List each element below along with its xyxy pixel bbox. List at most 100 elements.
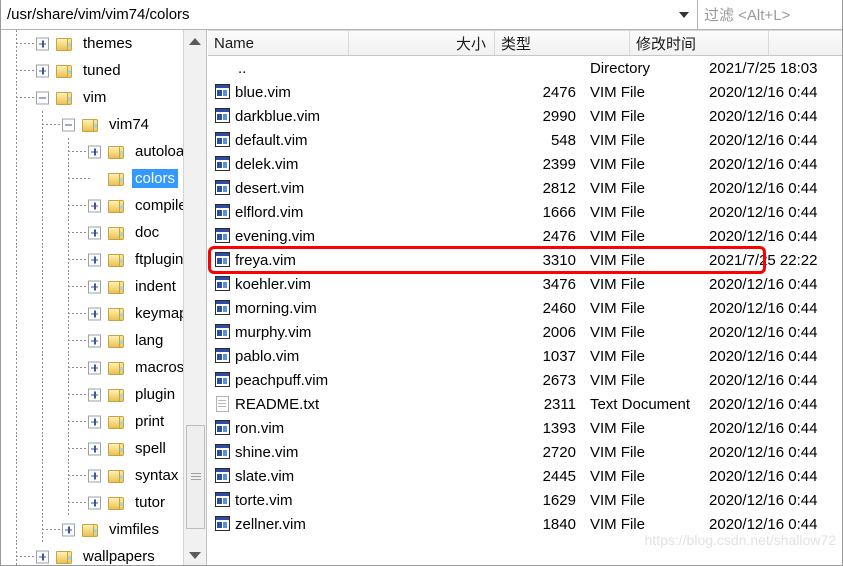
expand-icon[interactable]: [62, 523, 75, 536]
tree-item-wallpapers[interactable]: wallpapers: [1, 543, 183, 565]
table-row[interactable]: darkblue.vim 2990 VIM File 2020/12/16 0:44: [208, 104, 842, 128]
tree-item-label: print: [135, 413, 165, 430]
column-header-size[interactable]: 大小: [349, 31, 495, 55]
tree-guide-line: [16, 435, 17, 462]
tree-item-label: autoload: [135, 143, 183, 160]
collapse-icon[interactable]: [36, 91, 49, 104]
cell-size: 2476: [542, 83, 576, 101]
table-row[interactable]: delek.vim 2399 VIM File 2020/12/16 0:44: [208, 152, 842, 176]
tree-item-vimfiles[interactable]: vimfiles: [1, 516, 183, 543]
table-row[interactable]: koehler.vim 3476 VIM File 2020/12/16 0:44: [208, 272, 842, 296]
tree-item-keymap[interactable]: keymap: [1, 300, 183, 327]
cell-size: 2720: [542, 443, 576, 461]
table-row[interactable]: ron.vim 1393 VIM File 2020/12/16 0:44: [208, 416, 842, 440]
file-name-label: blue.vim: [235, 83, 291, 101]
table-row[interactable]: freya.vim 3310 VIM File 2021/7/25 22:22: [208, 246, 842, 274]
column-header-modified[interactable]: 修改时间: [630, 31, 769, 55]
tree-twig: [83, 327, 107, 354]
expand-icon[interactable]: [36, 550, 49, 563]
tree-item-ftplugin[interactable]: ftplugin: [1, 246, 183, 273]
table-row[interactable]: torte.vim 1629 VIM File 2020/12/16 0:44: [208, 488, 842, 512]
expand-icon[interactable]: [88, 415, 101, 428]
tree-guide-line: [42, 381, 43, 408]
tree-item-vim[interactable]: vim: [1, 84, 183, 111]
expand-icon[interactable]: [88, 361, 101, 374]
address-bar[interactable]: /usr/share/vim/vim74/colors: [1, 0, 698, 30]
column-header-name[interactable]: Name: [208, 31, 349, 55]
table-row[interactable]: evening.vim 2476 VIM File 2020/12/16 0:44: [208, 224, 842, 248]
folder-icon: [107, 441, 127, 457]
table-row[interactable]: default.vim 548 VIM File 2020/12/16 0:44: [208, 128, 842, 152]
tree-twig: [83, 192, 107, 219]
cell-size: 3310: [542, 251, 576, 269]
tree-item-spell[interactable]: spell: [1, 435, 183, 462]
cell-modified: 2020/12/16 0:44: [709, 275, 818, 293]
table-row[interactable]: peachpuff.vim 2673 VIM File 2020/12/16 0:44: [208, 368, 842, 392]
tree-item-autoload[interactable]: autoload: [1, 138, 183, 165]
expand-icon[interactable]: [88, 145, 101, 158]
tree-twig: [83, 273, 107, 300]
tree-item-compiler[interactable]: compiler: [1, 192, 183, 219]
table-row[interactable]: .. Directory 2021/7/25 18:03: [208, 56, 842, 80]
tree-item-plugin[interactable]: plugin: [1, 381, 183, 408]
table-row[interactable]: README.txt 2311 Text Document 2020/12/16 0:…: [208, 392, 842, 416]
scroll-down-button[interactable]: [184, 544, 206, 565]
tree-item-tutor[interactable]: tutor: [1, 489, 183, 516]
collapse-icon[interactable]: [62, 118, 75, 131]
expand-icon[interactable]: [88, 334, 101, 347]
column-header-spacer[interactable]: [769, 31, 842, 55]
expand-icon[interactable]: [88, 199, 101, 212]
expand-icon[interactable]: [88, 388, 101, 401]
folder-icon: [107, 306, 127, 322]
table-row[interactable]: shine.vim 2720 VIM File 2020/12/16 0:44: [208, 440, 842, 464]
scroll-up-button[interactable]: [184, 30, 206, 52]
folder-icon: [55, 36, 75, 52]
tree-guide-line: [16, 273, 17, 300]
folder-tree[interactable]: themes tuned vimvim74 autoload colors compile…: [1, 30, 183, 565]
tree-item-syntax[interactable]: syntax: [1, 462, 183, 489]
cell-name: zellner.vim: [208, 516, 460, 533]
table-row[interactable]: murphy.vim 2006 VIM File 2020/12/16 0:44: [208, 320, 842, 344]
scrollbar-thumb[interactable]: [186, 425, 205, 529]
expand-icon[interactable]: [88, 442, 101, 455]
file-name-label: slate.vim: [235, 467, 295, 485]
expand-icon[interactable]: [88, 496, 101, 509]
table-row[interactable]: blue.vim 2476 VIM File 2020/12/16 0:44: [208, 80, 842, 104]
filter-field[interactable]: 过滤 <Alt+L>: [698, 0, 842, 30]
expand-icon[interactable]: [36, 64, 49, 77]
tree-item-themes[interactable]: themes: [1, 30, 183, 57]
tree-guide-line: [16, 489, 17, 516]
tree-item-macros[interactable]: macros: [1, 354, 183, 381]
tree-item-indent[interactable]: indent: [1, 273, 183, 300]
table-row[interactable]: elflord.vim 1666 VIM File 2020/12/16 0:44: [208, 200, 842, 224]
tree-twig: [57, 111, 81, 138]
tree-item-vim74[interactable]: vim74: [1, 111, 183, 138]
tree-item-lang[interactable]: lang: [1, 327, 183, 354]
cell-modified: 2020/12/16 0:44: [709, 371, 818, 389]
table-row[interactable]: morning.vim 2460 VIM File 2020/12/16 0:44: [208, 296, 842, 320]
cell-type: VIM File: [589, 443, 645, 461]
expand-icon[interactable]: [88, 253, 101, 266]
expand-icon[interactable]: [88, 307, 101, 320]
table-row[interactable]: pablo.vim 1037 VIM File 2020/12/16 0:44: [208, 344, 842, 368]
grip-icon: [190, 473, 201, 481]
table-row[interactable]: slate.vim 2445 VIM File 2020/12/16 0:44: [208, 464, 842, 488]
tree-item-tuned[interactable]: tuned: [1, 57, 183, 84]
tree-item-doc[interactable]: doc: [1, 219, 183, 246]
tree-scrollbar[interactable]: [183, 30, 206, 565]
chevron-down-icon[interactable]: [679, 11, 689, 18]
expand-icon[interactable]: [88, 469, 101, 482]
column-header-type[interactable]: 类型: [495, 31, 630, 55]
tree-item-print[interactable]: print: [1, 408, 183, 435]
expand-icon[interactable]: [88, 280, 101, 293]
cell-type: VIM File: [589, 515, 645, 533]
tree-item-colors[interactable]: colors: [1, 165, 183, 192]
cell-type: VIM File: [589, 179, 645, 197]
tree-item-label: compiler: [135, 197, 183, 214]
file-name-label: delek.vim: [235, 155, 299, 173]
expand-icon[interactable]: [36, 37, 49, 50]
cell-name: delek.vim: [208, 156, 460, 173]
file-name-label: ..: [238, 59, 247, 77]
table-row[interactable]: desert.vim 2812 VIM File 2020/12/16 0:44: [208, 176, 842, 200]
expand-icon[interactable]: [88, 226, 101, 239]
